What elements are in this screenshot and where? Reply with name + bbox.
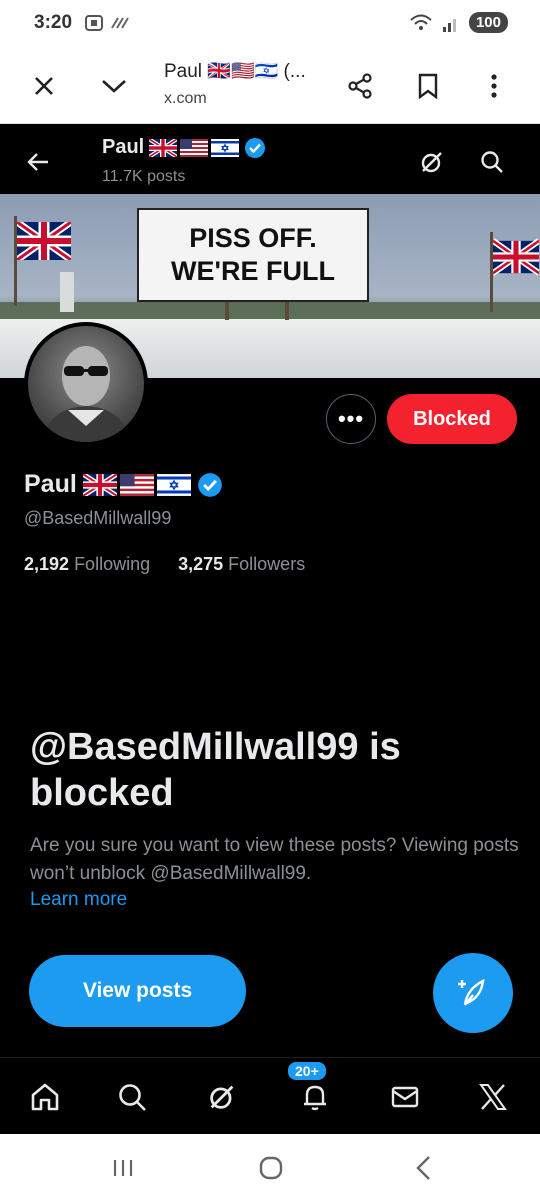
blocked-notice-description: Are you sure you want to view these post… bbox=[30, 835, 519, 884]
x-logo-icon bbox=[479, 1084, 507, 1110]
more-options-button[interactable] bbox=[474, 66, 514, 106]
close-tab-button[interactable] bbox=[24, 66, 64, 106]
profile-handle: @BasedMillwall99 bbox=[24, 508, 172, 528]
header-name: Paul bbox=[102, 136, 266, 159]
header-name-text: Paul bbox=[102, 136, 145, 158]
page-url: x.com bbox=[164, 90, 207, 107]
bookmark-button[interactable] bbox=[408, 66, 448, 106]
profile-stats: 2,192 Following 3,275 Followers bbox=[24, 554, 305, 575]
uk-flag-banner-left bbox=[17, 222, 71, 260]
followers-label: Followers bbox=[228, 554, 306, 574]
tab-x-premium[interactable] bbox=[468, 1072, 518, 1122]
profile-name-text: Paul bbox=[24, 470, 77, 498]
home-system-button[interactable] bbox=[246, 1148, 296, 1188]
following-count: 2,192 bbox=[24, 554, 70, 574]
uk-flag-banner-right bbox=[493, 238, 539, 276]
view-posts-button[interactable]: View posts bbox=[29, 955, 246, 1027]
verified-badge-icon bbox=[197, 472, 222, 497]
blocked-button[interactable]: Blocked bbox=[387, 394, 517, 444]
verified-badge-icon bbox=[245, 137, 266, 158]
grok-icon bbox=[210, 1085, 234, 1109]
profile-name: Paul bbox=[24, 470, 223, 499]
israel-flag-icon bbox=[211, 138, 240, 157]
sign-post-left bbox=[225, 300, 229, 320]
back-button[interactable] bbox=[18, 142, 58, 182]
home-icon bbox=[31, 1083, 59, 1111]
header-posts-count: 11.7K posts bbox=[102, 168, 186, 185]
share-button[interactable] bbox=[340, 66, 380, 106]
browser-toolbar: Paul 🇬🇧🇺🇸🇮🇱 (... x.com bbox=[0, 46, 540, 124]
us-flag-icon bbox=[119, 473, 154, 496]
mail-icon bbox=[391, 1086, 419, 1108]
tab-messages[interactable] bbox=[380, 1072, 430, 1122]
uk-flag-icon bbox=[82, 473, 117, 496]
x-profile-page: Paul 11.7K posts PISS OFF. WE'RE FULL ••… bbox=[0, 124, 540, 1134]
wifi-icon bbox=[410, 14, 432, 30]
banner-sign-line2: WE'RE FULL bbox=[171, 256, 335, 286]
chevron-left-icon bbox=[416, 1156, 430, 1180]
tab-explore[interactable] bbox=[107, 1072, 157, 1122]
banner-sign: PISS OFF. WE'RE FULL bbox=[137, 208, 369, 302]
status-time: 3:20 bbox=[34, 12, 73, 33]
status-icons-left bbox=[84, 14, 130, 32]
signal-icon bbox=[442, 18, 456, 32]
chevron-down-icon bbox=[102, 80, 126, 93]
close-icon bbox=[35, 77, 53, 95]
search-button[interactable] bbox=[472, 142, 512, 182]
avatar-portrait bbox=[42, 346, 130, 442]
flag-emojis bbox=[149, 138, 240, 157]
recents-icon bbox=[113, 1160, 133, 1176]
uk-flag-icon bbox=[149, 138, 178, 157]
bottom-tab-bar: 20+ bbox=[0, 1057, 540, 1134]
israel-flag-icon bbox=[156, 473, 191, 496]
following-label: Following bbox=[74, 554, 151, 574]
us-flag-icon bbox=[180, 138, 209, 157]
bookmark-icon bbox=[418, 73, 438, 99]
compose-post-button[interactable] bbox=[433, 953, 513, 1033]
recent-apps-button[interactable] bbox=[98, 1148, 148, 1188]
more-actions-button[interactable]: ••• bbox=[326, 394, 376, 444]
battery-indicator: 100 bbox=[468, 12, 508, 33]
sign-post-right bbox=[285, 300, 289, 320]
home-circle-icon bbox=[259, 1156, 283, 1180]
view-posts-label: View posts bbox=[82, 979, 193, 1002]
profile-flag-emojis bbox=[82, 473, 191, 496]
profile-avatar[interactable] bbox=[24, 322, 148, 446]
following-link[interactable]: 2,192 Following bbox=[24, 554, 150, 575]
bell-icon bbox=[304, 1085, 326, 1111]
back-system-button[interactable] bbox=[398, 1148, 448, 1188]
share-icon bbox=[348, 73, 372, 99]
learn-more-link[interactable]: Learn more bbox=[30, 889, 127, 911]
screenshot-icon bbox=[85, 15, 103, 31]
tab-home[interactable] bbox=[20, 1072, 70, 1122]
compose-feather-icon bbox=[458, 978, 485, 1006]
tab-grok[interactable] bbox=[197, 1072, 247, 1122]
search-icon bbox=[481, 151, 503, 173]
followers-link[interactable]: 3,275 Followers bbox=[178, 554, 305, 575]
kebab-menu-icon bbox=[491, 74, 497, 98]
status-icons-right: 100 bbox=[409, 12, 508, 33]
search-icon bbox=[119, 1084, 146, 1111]
profile-header: Paul 11.7K posts bbox=[0, 124, 540, 194]
status-bar: 3:20 100 bbox=[0, 0, 540, 46]
notification-badge: 20+ bbox=[286, 1060, 328, 1082]
minimize-tab-button[interactable] bbox=[94, 66, 134, 106]
blocked-notice-title: @BasedMillwall99 is blocked bbox=[30, 726, 401, 814]
grok-button[interactable] bbox=[412, 142, 452, 182]
more-actions-label: ••• bbox=[337, 406, 365, 431]
page-title: Paul 🇬🇧🇺🇸🇮🇱 (... bbox=[164, 61, 306, 82]
system-nav-bar bbox=[0, 1134, 540, 1200]
arrow-left-icon bbox=[27, 153, 48, 171]
followers-count: 3,275 bbox=[178, 554, 224, 574]
grok-icon bbox=[421, 152, 442, 173]
banner-sign-line1: PISS OFF. bbox=[189, 223, 317, 253]
banner-lighthouse bbox=[60, 272, 74, 312]
tiktok-icon bbox=[111, 17, 129, 29]
blocked-button-label: Blocked bbox=[413, 407, 491, 430]
